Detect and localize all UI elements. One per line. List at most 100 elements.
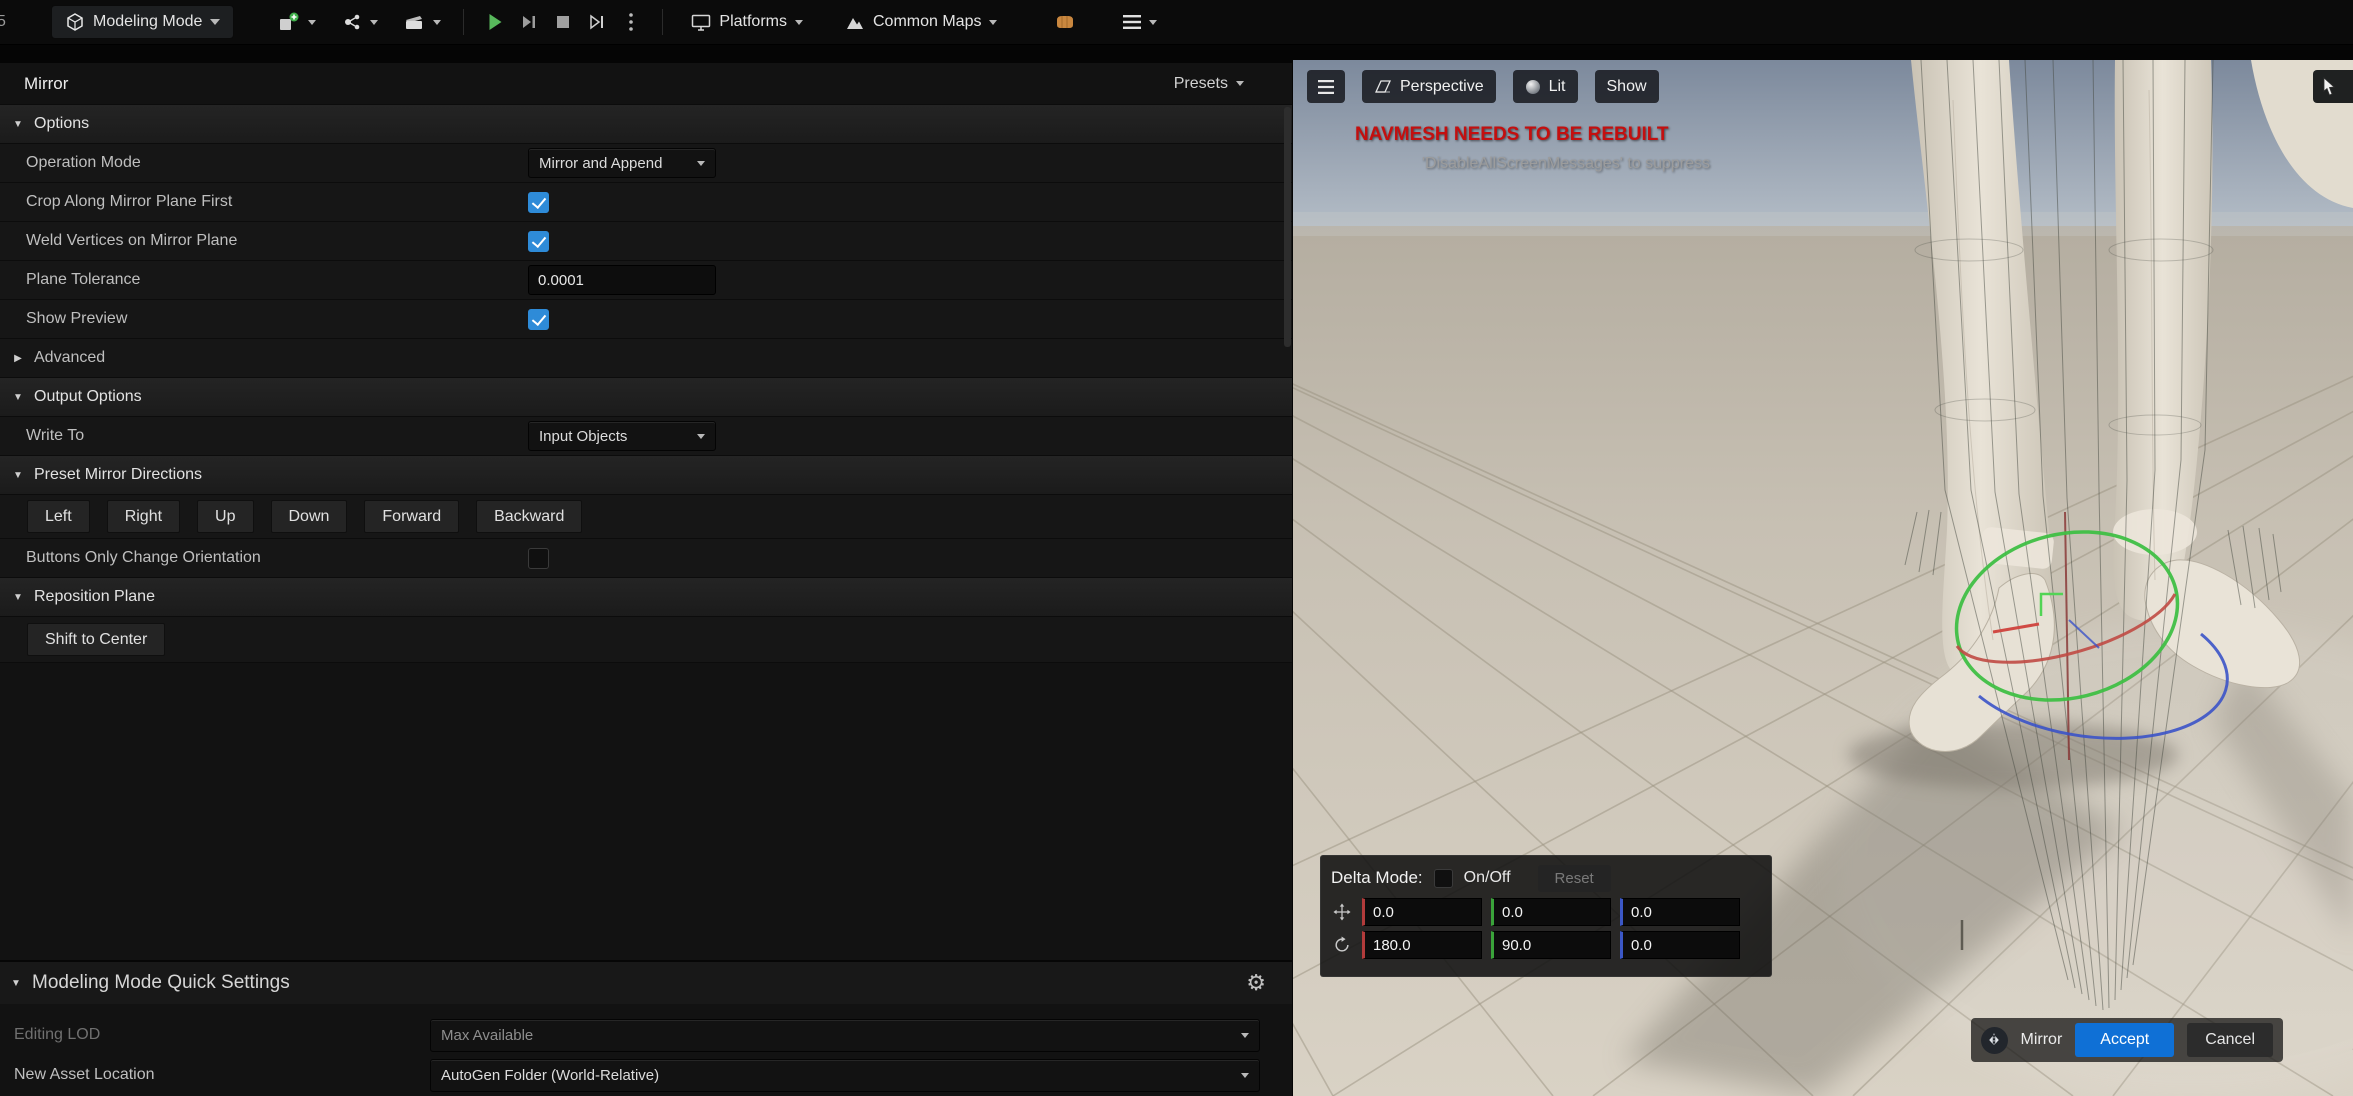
quick-settings-header[interactable]: ▼ Modeling Mode Quick Settings ⚙ [0, 960, 1292, 1004]
panel-empty-area [0, 663, 1292, 960]
collapse-triangle-icon: ▼ [12, 392, 24, 403]
translate-icon [1331, 902, 1353, 922]
weld-vertices-label: Weld Vertices on Mirror Plane [26, 232, 237, 250]
common-maps-dropdown[interactable]: Common Maps [837, 5, 1005, 39]
section-options-label: Options [34, 115, 89, 133]
operation-mode-dropdown[interactable]: Mirror and Append [528, 148, 716, 178]
collapse-triangle-icon: ▼ [12, 592, 24, 603]
delta-translate-z[interactable]: 0.0 [1620, 898, 1740, 926]
toolbar-divider [662, 9, 663, 35]
row-advanced[interactable]: ▶ Advanced [0, 339, 1292, 378]
viewport-3d[interactable]: Perspective Lit Show NAVMESH NEEDS TO BE… [1293, 60, 2353, 1096]
play-to-button[interactable] [580, 6, 614, 38]
stop-button[interactable] [546, 6, 580, 38]
delta-onoff-label: On/Off [1464, 869, 1511, 887]
main-menu-button[interactable] [1115, 5, 1165, 39]
accept-button[interactable]: Accept [2075, 1023, 2174, 1057]
chevron-down-icon [433, 20, 441, 25]
row-plane-tolerance: Plane Tolerance [0, 261, 1292, 300]
lit-sphere-icon [1525, 79, 1541, 95]
row-editing-lod: Editing LOD Max Available [0, 1016, 1292, 1054]
modeling-mode-icon [65, 12, 85, 32]
more-options-kebab[interactable] [614, 6, 648, 38]
blueprints-button[interactable] [334, 5, 386, 39]
cursor-icon [2321, 77, 2337, 97]
collapse-triangle-icon: ▼ [12, 119, 24, 130]
lit-label: Lit [1549, 78, 1566, 96]
new-asset-location-dropdown[interactable]: AutoGen Folder (World-Relative) [430, 1059, 1260, 1092]
direction-left-button[interactable]: Left [27, 500, 90, 533]
select-mode-button[interactable] [2313, 70, 2353, 103]
shift-to-center-button[interactable]: Shift to Center [27, 623, 165, 656]
delta-reset-button[interactable]: Reset [1538, 865, 1611, 892]
section-reposition-plane[interactable]: ▼ Reposition Plane [0, 578, 1292, 617]
cinematics-icon [404, 12, 425, 32]
direction-up-button[interactable]: Up [197, 500, 253, 533]
collapse-triangle-icon: ▼ [12, 470, 24, 481]
common-maps-icon [845, 13, 865, 31]
collapse-triangle-icon: ▼ [10, 978, 22, 989]
modeling-mode-label: Modeling Mode [93, 13, 202, 31]
direction-forward-button[interactable]: Forward [364, 500, 459, 533]
play-button[interactable] [478, 6, 512, 38]
cancel-button[interactable]: Cancel [2187, 1023, 2273, 1057]
section-options[interactable]: ▼ Options [0, 105, 1292, 144]
show-preview-checkbox[interactable] [528, 309, 549, 330]
panel-header: Mirror Presets [0, 63, 1292, 105]
weld-vertices-checkbox[interactable] [528, 231, 549, 252]
crop-along-checkbox[interactable] [528, 192, 549, 213]
delta-rotate-y[interactable]: 90.0 [1491, 931, 1611, 959]
modeling-mode-selector[interactable]: Modeling Mode [51, 5, 234, 39]
delta-mode-panel: Delta Mode: On/Off Reset 0.0 0.0 0.0 [1320, 855, 1772, 977]
viewport-topbar: Perspective Lit Show [1307, 70, 1659, 103]
direction-buttons-row: Left Right Up Down Forward Backward [0, 495, 1292, 539]
buttons-only-checkbox[interactable] [528, 548, 549, 569]
frame-skip-button[interactable] [512, 6, 546, 38]
quick-settings-gap [0, 1004, 1292, 1016]
viewport-menu-button[interactable] [1307, 70, 1345, 103]
direction-down-button[interactable]: Down [271, 500, 348, 533]
buttons-only-label: Buttons Only Change Orientation [26, 549, 261, 567]
direction-backward-button[interactable]: Backward [476, 500, 582, 533]
platforms-dropdown[interactable]: Platforms [683, 5, 811, 39]
cinematics-button[interactable] [396, 5, 449, 39]
section-preset-directions[interactable]: ▼ Preset Mirror Directions [0, 456, 1292, 495]
row-write-to: Write To Input Objects [0, 417, 1292, 456]
play-icon [487, 13, 504, 31]
delta-rotate-y-value: 90.0 [1502, 937, 1531, 954]
write-to-dropdown[interactable]: Input Objects [528, 421, 716, 451]
active-tool-name: Mirror [2021, 1031, 2063, 1049]
chevron-down-icon [989, 20, 997, 25]
content-bridge-button[interactable] [1045, 5, 1085, 39]
frame-skip-icon [521, 14, 537, 30]
new-asset-location-label: New Asset Location [0, 1066, 155, 1084]
lit-mode-dropdown[interactable]: Lit [1513, 70, 1578, 103]
perspective-dropdown[interactable]: Perspective [1362, 70, 1496, 103]
mirror-tool-panel: Mirror Presets ▼ Options Operation Mode … [0, 63, 1292, 1096]
section-reposition-label: Reposition Plane [34, 588, 155, 606]
editing-lod-dropdown[interactable]: Max Available [430, 1019, 1260, 1052]
panel-scrollbar[interactable] [1284, 107, 1291, 347]
presets-dropdown[interactable]: Presets [1174, 75, 1244, 93]
hamburger-icon [1318, 80, 1334, 94]
delta-rotate-z[interactable]: 0.0 [1620, 931, 1740, 959]
chevron-down-icon [370, 20, 378, 25]
row-weld-vertices: Weld Vertices on Mirror Plane [0, 222, 1292, 261]
delta-translate-x-value: 0.0 [1373, 904, 1394, 921]
editing-lod-value: Max Available [441, 1027, 533, 1044]
plane-tolerance-input[interactable] [528, 265, 716, 295]
content-bridge-icon [1053, 12, 1077, 32]
direction-right-button[interactable]: Right [107, 500, 180, 533]
delta-translate-y-value: 0.0 [1502, 904, 1523, 921]
play-to-icon [589, 14, 605, 30]
delta-translate-x[interactable]: 0.0 [1362, 898, 1482, 926]
section-output-options[interactable]: ▼ Output Options [0, 378, 1292, 417]
chevron-down-icon [1149, 20, 1157, 25]
add-content-button[interactable] [270, 5, 324, 39]
gear-icon[interactable]: ⚙ [1246, 972, 1266, 994]
delta-rotate-x[interactable]: 180.0 [1362, 931, 1482, 959]
show-dropdown[interactable]: Show [1595, 70, 1659, 103]
presets-label: Presets [1174, 75, 1228, 93]
delta-translate-y[interactable]: 0.0 [1491, 898, 1611, 926]
delta-mode-checkbox[interactable] [1434, 869, 1453, 888]
